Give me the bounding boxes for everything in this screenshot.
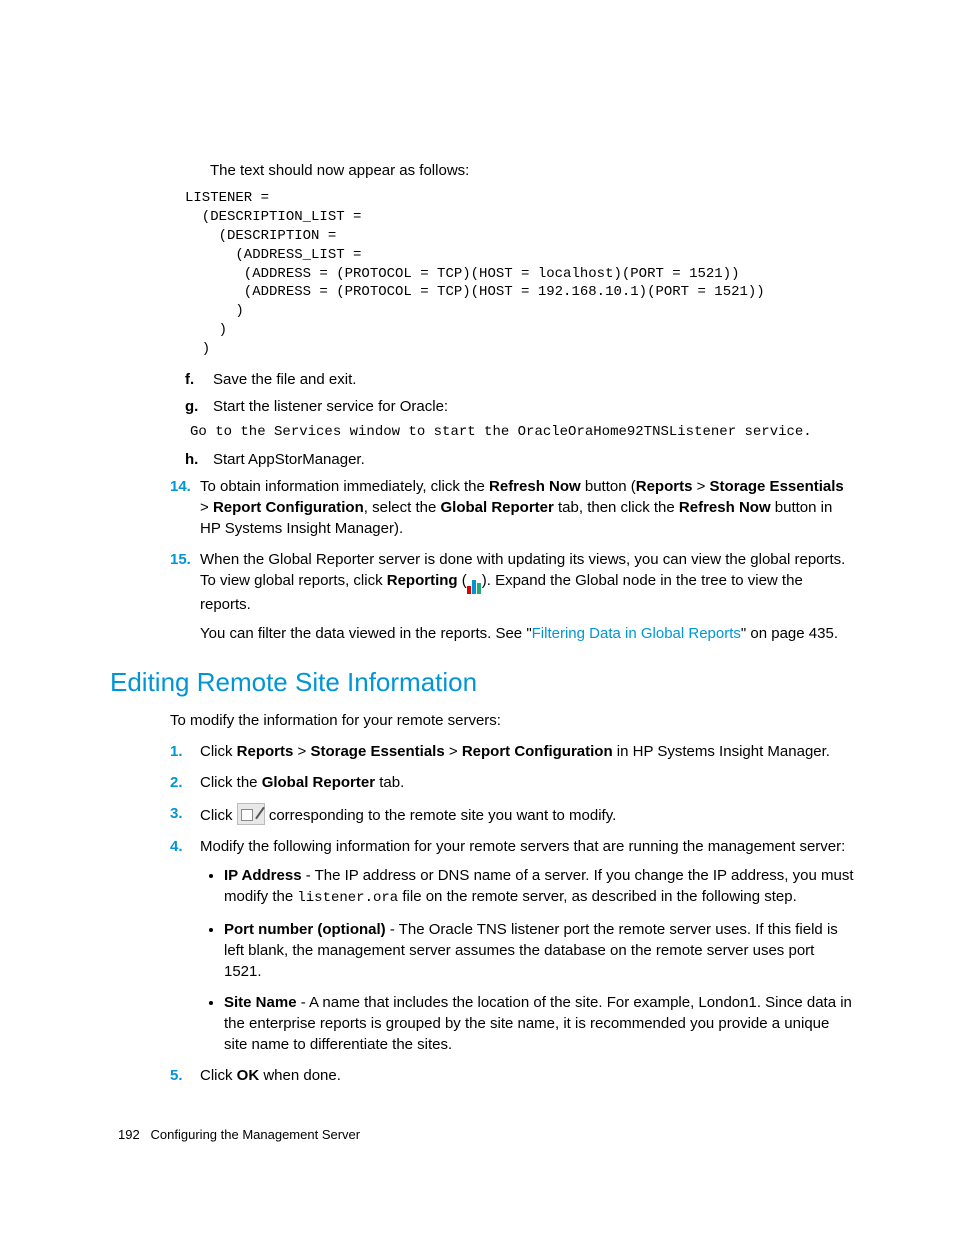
step-14-mid2: , select the [364, 499, 441, 516]
step-g-text: Start the listener service for Oracle: [213, 398, 448, 415]
step-14-refresh-now-1: Refresh Now [489, 478, 581, 495]
bullet-ip-code: listener.ora [297, 890, 398, 906]
step-15-num: 15. [170, 549, 191, 570]
bullet-port-b: Port number (optional) [224, 921, 386, 938]
bullet-site-t: - A name that includes the location of t… [224, 994, 852, 1053]
step-h-text: Start AppStorManager. [213, 451, 365, 468]
step-14-num: 14. [170, 476, 191, 497]
main-content: The text should now appear as follows: L… [170, 160, 854, 1086]
e1-a: Click [200, 743, 237, 760]
page-number: 192 [118, 1127, 140, 1142]
section-heading: Editing Remote Site Information [110, 664, 854, 700]
bullet-ip-b: IP Address [224, 867, 302, 884]
listener-code-block: LISTENER = (DESCRIPTION_LIST = (DESCRIPT… [185, 189, 854, 359]
e1-gt1: > [293, 743, 310, 760]
e5-end: when done. [259, 1067, 341, 1084]
e2-end: tab. [375, 774, 404, 791]
step-14-mid3: tab, then click the [554, 499, 679, 516]
step-14-report-config: Report Configuration [213, 499, 364, 516]
e5-ok: OK [237, 1067, 260, 1084]
step-f: f. Save the file and exit. [185, 369, 854, 390]
step-14-storage-essentials: Storage Essentials [710, 478, 844, 495]
edit-step-5-num: 5. [170, 1065, 183, 1086]
edit-step-2: 2. Click the Global Reporter tab. [170, 772, 854, 793]
e3-end: corresponding to the remote site you wan… [265, 807, 617, 824]
step-f-text: Save the file and exit. [213, 371, 356, 388]
edit-step-4-num: 4. [170, 836, 183, 857]
footer-title: Configuring the Management Server [151, 1127, 361, 1142]
step-g: g. Start the listener service for Oracle… [185, 396, 854, 417]
page-footer: 192 Configuring the Management Server [110, 1126, 854, 1144]
edit-step-1: 1. Click Reports > Storage Essentials > … [170, 741, 854, 762]
step-14-global-reporter: Global Reporter [440, 499, 553, 516]
bullet-site-b: Site Name [224, 994, 297, 1011]
step-14-gt2: > [200, 499, 213, 516]
reporting-icon [467, 573, 482, 594]
e3-a: Click [200, 807, 237, 824]
e5-a: Click [200, 1067, 237, 1084]
edit-step-3-num: 3. [170, 803, 183, 824]
e4-intro: Modify the following information for you… [200, 838, 845, 855]
step-14-reports: Reports [636, 478, 693, 495]
step-f-marker: f. [185, 369, 194, 390]
e2-global-reporter: Global Reporter [262, 774, 375, 791]
bullet-site-name: Site Name - A name that includes the loc… [224, 992, 854, 1055]
edit-step-4: 4. Modify the following information for … [170, 836, 854, 1055]
step-15-reporting: Reporting [387, 572, 458, 589]
edit-step-3: 3. Click corresponding to the remote sit… [170, 803, 854, 826]
filtering-data-link[interactable]: Filtering Data in Global Reports [532, 625, 741, 642]
bullet-ip-t2: file on the remote server, as described … [398, 888, 797, 905]
step-14: 14. To obtain information immediately, c… [170, 476, 854, 539]
e1-reports: Reports [237, 743, 294, 760]
step-g-marker: g. [185, 396, 198, 417]
e2-a: Click the [200, 774, 262, 791]
step-14-mid1: button ( [581, 478, 636, 495]
step-15: 15. When the Global Reporter server is d… [170, 549, 854, 644]
intro-text: The text should now appear as follows: [210, 160, 854, 181]
e1-storage-essentials: Storage Essentials [310, 743, 444, 760]
edit-step-1-num: 1. [170, 741, 183, 762]
step-14-refresh-now-2: Refresh Now [679, 499, 771, 516]
edit-step-2-num: 2. [170, 772, 183, 793]
step-14-gt1: > [692, 478, 709, 495]
e1-end: in HP Systems Insight Manager. [613, 743, 830, 760]
step-15-para1: When the Global Reporter server is done … [200, 549, 854, 615]
step-g-code: Go to the Services window to start the O… [190, 423, 854, 443]
step-15-paren-open: ( [458, 572, 467, 589]
edit-icon [237, 803, 265, 825]
step-14-text-1: To obtain information immediately, click… [200, 478, 489, 495]
step-h: h. Start AppStorManager. [185, 449, 854, 470]
step-h-marker: h. [185, 449, 198, 470]
edit-step-5: 5. Click OK when done. [170, 1065, 854, 1086]
step-15-line2b: " on page 435. [741, 625, 838, 642]
bullet-ip-address: IP Address - The IP address or DNS name … [224, 865, 854, 909]
step-15-para2: You can filter the data viewed in the re… [200, 623, 854, 644]
section-intro: To modify the information for your remot… [170, 710, 854, 731]
bullet-port-number: Port number (optional) - The Oracle TNS … [224, 919, 854, 982]
e1-gt2: > [445, 743, 462, 760]
e1-report-config: Report Configuration [462, 743, 613, 760]
step-15-line2a: You can filter the data viewed in the re… [200, 625, 532, 642]
